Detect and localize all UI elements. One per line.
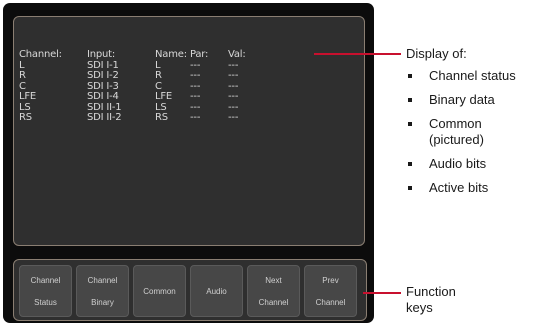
display-callout-title: Display of:	[406, 46, 467, 61]
table-row: C SDI I-3 C --- ---	[19, 81, 258, 93]
table-header: Channel: Input: Name: Par: Val:	[19, 49, 258, 61]
button-label-line2: Channel	[258, 298, 289, 307]
bullet-icon	[408, 162, 412, 166]
list-item: Common (pictured)	[406, 116, 516, 148]
channel-status-button[interactable]: Channel Status	[19, 265, 72, 317]
cell-name: RS	[155, 112, 168, 123]
display-callout-line	[314, 53, 401, 55]
prev-channel-button[interactable]: Prev Channel	[304, 265, 357, 317]
table-row: LS SDI II-1 LS --- ---	[19, 102, 258, 114]
button-label: Common	[143, 286, 176, 296]
common-button[interactable]: Common	[133, 265, 186, 317]
cell-par: ---	[190, 112, 201, 123]
function-keys-callout-label: Function keys	[406, 284, 456, 315]
header-input: Input:	[87, 49, 116, 60]
button-label: Audio	[206, 286, 227, 296]
table-row: R SDI I-2 R --- ---	[19, 70, 258, 82]
cell-val: ---	[228, 112, 239, 123]
table-row: RS SDI II-2 RS --- ---	[19, 112, 258, 124]
cell-input: SDI II-2	[87, 112, 122, 123]
cell-par: ---	[190, 70, 201, 81]
bullet-icon	[408, 122, 412, 126]
channel-binary-button[interactable]: Channel Binary	[76, 265, 129, 317]
bullet-icon	[408, 98, 412, 102]
channel-table: Channel: Input: Name: Par: Val: L SDI I-…	[19, 49, 258, 124]
list-item: Audio bits	[406, 156, 516, 172]
cell-name: LFE	[155, 91, 173, 102]
bullet-icon	[408, 186, 412, 190]
list-item: Binary data	[406, 92, 516, 108]
cell-input: SDI I-4	[87, 91, 119, 102]
table-row: L SDI I-1 L --- ---	[19, 59, 258, 72]
cell-channel: R	[19, 70, 26, 81]
bullet-icon	[408, 74, 412, 78]
function-keys-callout-line	[363, 292, 401, 294]
header-val: Val:	[228, 49, 246, 60]
button-label-line1: Next	[265, 276, 282, 285]
list-item: Active bits	[406, 180, 516, 196]
cell-par: ---	[190, 91, 201, 102]
next-channel-button[interactable]: Next Channel	[247, 265, 300, 317]
cell-val: ---	[228, 70, 239, 81]
button-label-line2: Binary	[91, 298, 114, 307]
status-display: Channel: Input: Name: Par: Val: L SDI I-…	[13, 16, 365, 246]
header-name: Name:	[155, 49, 187, 60]
button-label-line2: Status	[34, 298, 57, 307]
table-row: LFE SDI I-4 LFE --- ---	[19, 91, 258, 103]
button-label-line2: Channel	[315, 298, 346, 307]
audio-button[interactable]: Audio	[190, 265, 243, 317]
cell-channel: RS	[19, 112, 32, 123]
function-key-bar: Channel Status Channel Binary Common Aud…	[13, 259, 367, 321]
cell-name: R	[155, 70, 162, 81]
cell-input: SDI I-2	[87, 70, 119, 81]
button-label-line1: Channel	[30, 276, 61, 285]
device-panel: Channel: Input: Name: Par: Val: L SDI I-…	[3, 3, 374, 323]
cell-channel: LFE	[19, 91, 37, 102]
cell-channel: L	[19, 59, 25, 71]
list-item: Channel status	[406, 68, 516, 84]
header-par: Par:	[190, 49, 209, 60]
header-channel: Channel:	[19, 49, 62, 60]
cell-val: ---	[228, 91, 239, 102]
button-label-line1: Channel	[87, 276, 118, 285]
display-features-list: Channel status Binary data Common (pictur…	[406, 68, 516, 204]
button-label-line1: Prev	[322, 276, 339, 285]
